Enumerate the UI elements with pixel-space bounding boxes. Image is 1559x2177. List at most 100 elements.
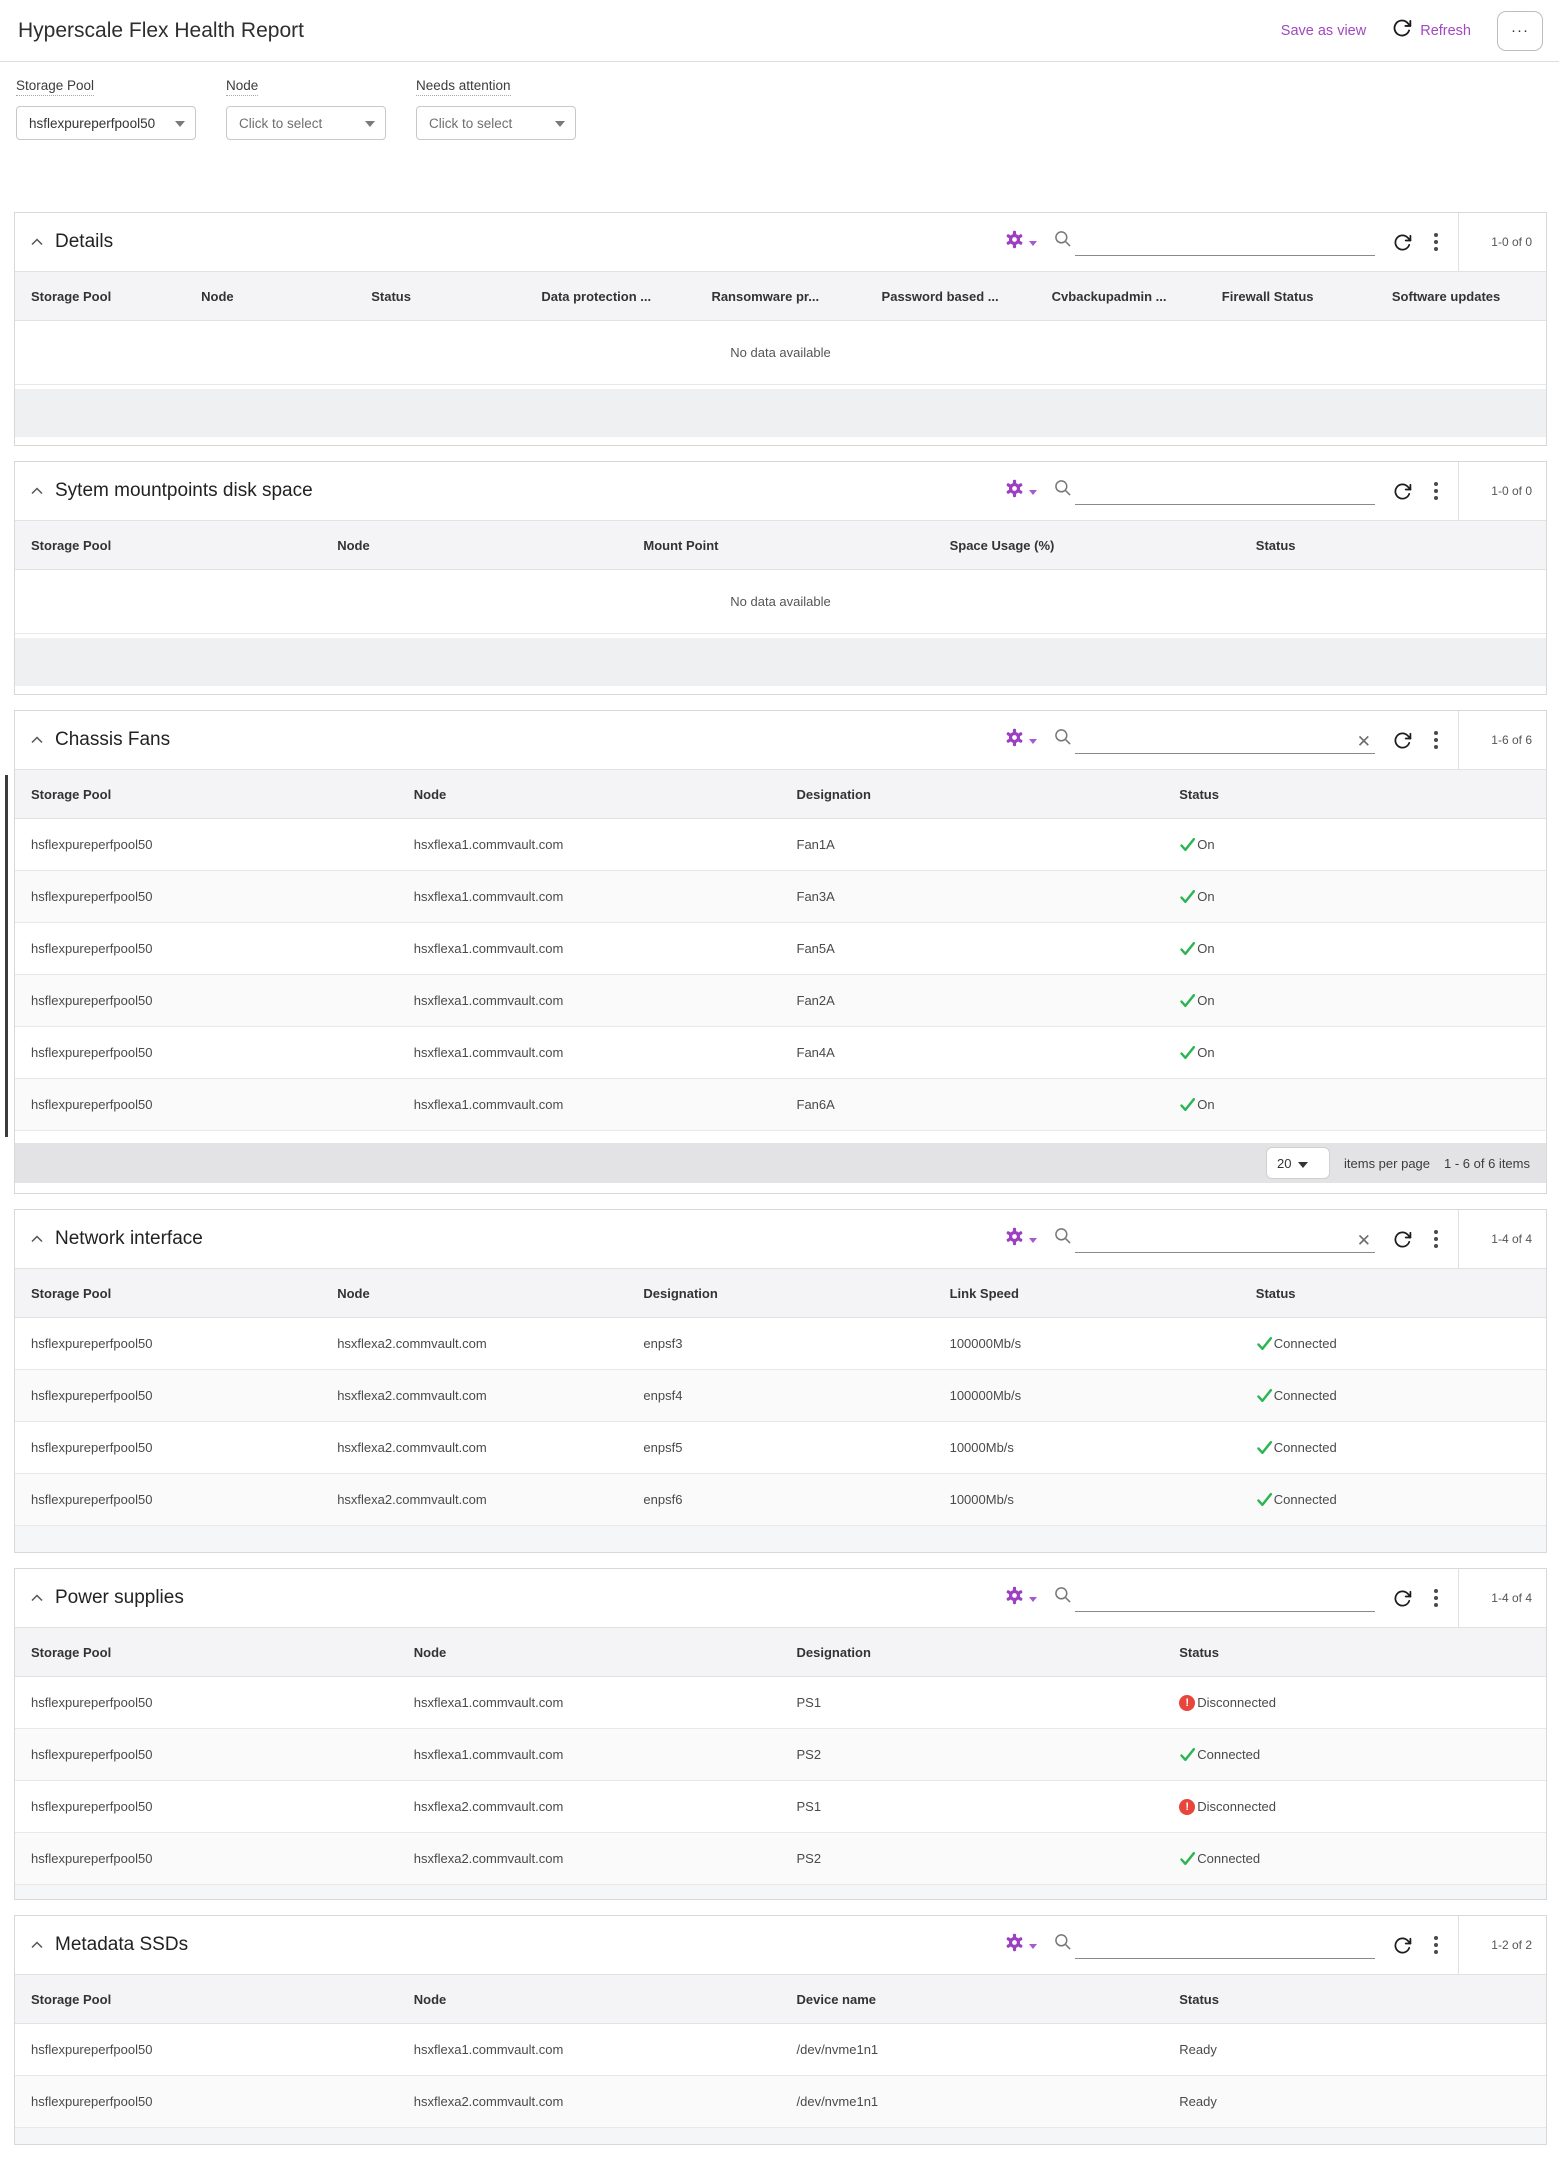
search-box (1053, 229, 1375, 256)
column-header[interactable]: Storage Pool (15, 1286, 321, 1301)
search-input[interactable] (1075, 1226, 1375, 1253)
column-header[interactable]: Status (1163, 1992, 1546, 2007)
column-header[interactable]: Ransomware pr... (695, 289, 865, 304)
table-row: hsflexpureperfpool50 hsxflexa1.commvault.… (15, 2024, 1546, 2076)
table-header: Storage Pool Node Mount Point Space Usage (… (15, 520, 1546, 570)
search-input[interactable] (1075, 229, 1375, 256)
column-header[interactable]: Space Usage (%) (934, 538, 1240, 553)
collapse-icon[interactable] (31, 1594, 43, 1602)
column-header[interactable]: Storage Pool (15, 538, 321, 553)
grid-refresh-button[interactable] (1393, 233, 1412, 252)
settings-button[interactable] (1005, 230, 1037, 254)
grid-refresh-button[interactable] (1393, 1230, 1412, 1249)
page-title: Hyperscale Flex Health Report (18, 18, 304, 42)
node-placeholder: Click to select (239, 115, 323, 131)
clear-search-icon[interactable]: ✕ (1357, 733, 1371, 750)
column-header[interactable]: Device name (781, 1992, 1164, 2007)
search-input[interactable] (1075, 1585, 1375, 1612)
column-header[interactable]: Mount Point (627, 538, 933, 553)
kebab-menu-icon[interactable] (1430, 1932, 1442, 1958)
app-header: Hyperscale Flex Health Report Save as vi… (0, 0, 1559, 62)
needs-attention-select[interactable]: Click to select (416, 106, 576, 140)
section-header: Metadata SSDs 1-2 of 2 (15, 1916, 1546, 1974)
page-size-select[interactable]: 20 (1266, 1147, 1331, 1179)
column-header[interactable]: Status (1163, 787, 1546, 802)
column-header[interactable]: Designation (627, 1286, 933, 1301)
grid-refresh-button[interactable] (1393, 1936, 1412, 1955)
column-header[interactable]: Password based ... (866, 289, 1036, 304)
table-row: hsflexpureperfpool50 hsxflexa2.commvault.… (15, 1474, 1546, 1526)
needs-attention-placeholder: Click to select (429, 115, 513, 131)
table-cell: Ready (1179, 2042, 1217, 2057)
kebab-menu-icon[interactable] (1430, 229, 1442, 255)
page-scrollbar[interactable] (5, 775, 8, 1137)
column-header[interactable]: Storage Pool (15, 289, 185, 304)
search-input[interactable] (1075, 1932, 1375, 1959)
settings-button[interactable] (1005, 728, 1037, 752)
column-header[interactable]: Data protection ... (525, 289, 695, 304)
kebab-menu-icon[interactable] (1430, 478, 1442, 504)
section-chassis-fans: Chassis Fans ✕ 1-6 of 6 Storage Pool Node… (14, 710, 1547, 1194)
node-select[interactable]: Click to select (226, 106, 386, 140)
filter-needs-attention: Needs attention Click to select (416, 77, 576, 140)
column-header[interactable]: Node (321, 538, 627, 553)
more-actions-button[interactable]: ··· (1497, 10, 1543, 51)
table-body: hsflexpureperfpool50 hsxflexa1.commvault.… (15, 1677, 1546, 1885)
grid-refresh-button[interactable] (1393, 1589, 1412, 1608)
column-header[interactable]: Node (321, 1286, 627, 1301)
refresh-button[interactable]: Refresh (1392, 18, 1471, 43)
column-header[interactable]: Software updates (1376, 289, 1546, 304)
collapse-icon[interactable] (31, 487, 43, 495)
table-cell: hsflexpureperfpool50 (31, 1492, 153, 1507)
pagination-bar: 20 items per page 1 - 6 of 6 items (15, 1143, 1546, 1183)
column-header[interactable]: Cvbackupadmin ... (1036, 289, 1206, 304)
grid-refresh-button[interactable] (1393, 482, 1412, 501)
node-label: Node (226, 78, 259, 96)
column-header[interactable]: Node (185, 289, 355, 304)
column-header[interactable]: Firewall Status (1206, 289, 1376, 304)
storage-pool-select[interactable]: hsflexpureperfpool50 (16, 106, 196, 140)
column-header[interactable]: Status (355, 289, 525, 304)
settings-button[interactable] (1005, 1586, 1037, 1610)
table-cell: hsxflexa1.commvault.com (413, 1045, 564, 1060)
kebab-menu-icon[interactable] (1430, 727, 1442, 753)
column-header[interactable]: Status (1240, 538, 1546, 553)
collapse-icon[interactable] (31, 736, 43, 744)
collapse-icon[interactable] (31, 1235, 43, 1243)
table-cell: 10000Mb/s (949, 1492, 1014, 1507)
kebab-menu-icon[interactable] (1430, 1585, 1442, 1611)
table-cell: On (1163, 992, 1546, 1009)
settings-button[interactable] (1005, 1227, 1037, 1251)
gear-icon (1005, 1586, 1024, 1610)
column-header[interactable]: Storage Pool (15, 787, 398, 802)
table-header: Storage Pool Node Designation Status (15, 1627, 1546, 1677)
collapse-icon[interactable] (31, 1941, 43, 1949)
collapse-icon[interactable] (31, 238, 43, 246)
column-header[interactable]: Status (1240, 1286, 1546, 1301)
chevron-down-icon (1029, 1589, 1037, 1607)
table-cell: hsxflexa2.commvault.com (337, 1336, 487, 1351)
settings-button[interactable] (1005, 479, 1037, 503)
table-cell: hsflexpureperfpool50 (31, 2094, 153, 2109)
column-header[interactable]: Status (1163, 1645, 1546, 1660)
column-header[interactable]: Node (398, 1645, 781, 1660)
search-input[interactable] (1075, 727, 1375, 754)
column-header[interactable]: Storage Pool (15, 1992, 398, 2007)
grid-refresh-button[interactable] (1393, 731, 1412, 750)
column-header[interactable]: Designation (781, 1645, 1164, 1660)
save-as-view-button[interactable]: Save as view (1281, 23, 1366, 39)
table-row: hsflexpureperfpool50 hsxflexa2.commvault.… (15, 1370, 1546, 1422)
needs-attention-label: Needs attention (416, 78, 511, 96)
settings-button[interactable] (1005, 1933, 1037, 1957)
gear-icon (1005, 1227, 1024, 1251)
column-header[interactable]: Link Speed (934, 1286, 1240, 1301)
table-row: hsflexpureperfpool50 hsxflexa2.commvault.… (15, 2076, 1546, 2128)
search-input[interactable] (1075, 478, 1375, 505)
column-header[interactable]: Designation (781, 787, 1164, 802)
column-header[interactable]: Node (398, 1992, 781, 2007)
column-header[interactable]: Node (398, 787, 781, 802)
kebab-menu-icon[interactable] (1430, 1226, 1442, 1252)
chevron-down-icon (1298, 1156, 1319, 1171)
column-header[interactable]: Storage Pool (15, 1645, 398, 1660)
clear-search-icon[interactable]: ✕ (1357, 1232, 1371, 1249)
